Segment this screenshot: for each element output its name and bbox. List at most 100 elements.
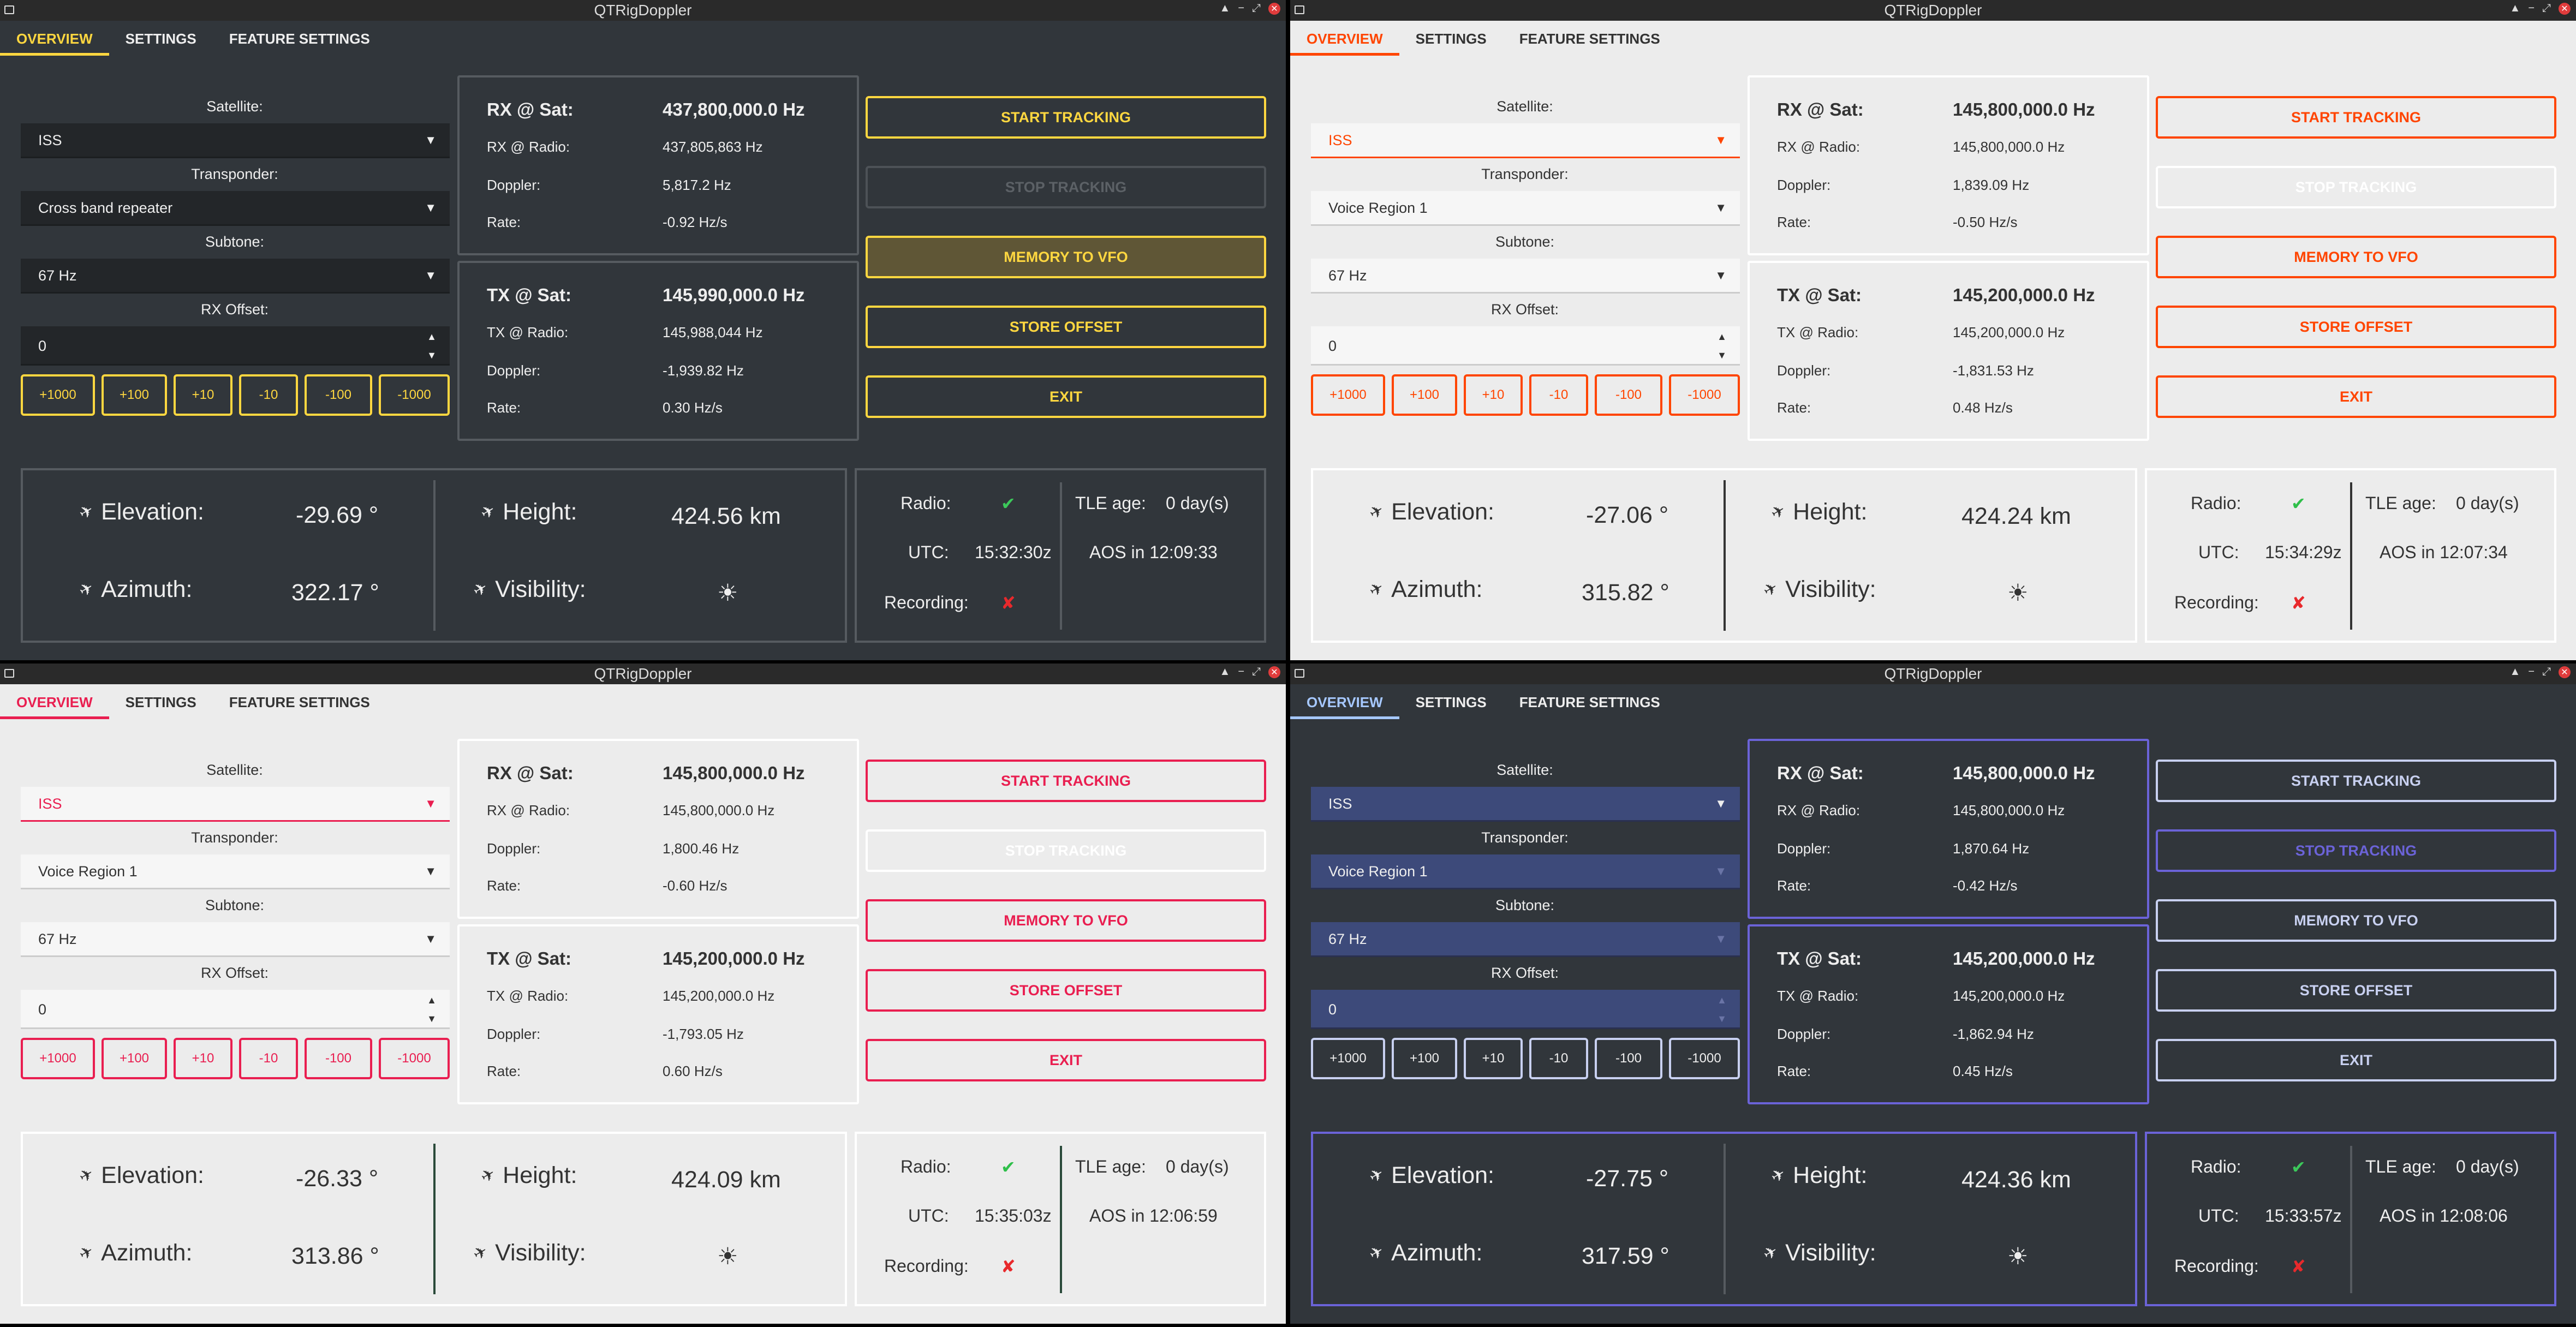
- store-offset-button[interactable]: STORE OFFSET: [866, 306, 1266, 348]
- minimize-icon[interactable]: −: [1238, 2, 1244, 15]
- transponder-select[interactable]: Voice Region 1 ▼: [21, 854, 450, 889]
- spin-up-icon[interactable]: ▲: [1717, 332, 1727, 342]
- minimize-icon[interactable]: −: [1238, 666, 1244, 678]
- step-plus-10-button[interactable]: +10: [1464, 374, 1523, 416]
- spin-down-icon[interactable]: ▼: [427, 1014, 437, 1024]
- transponder-select[interactable]: Voice Region 1 ▼: [1311, 191, 1740, 226]
- exit-button[interactable]: EXIT: [2156, 1039, 2556, 1081]
- step-plus-1000-button[interactable]: +1000: [1311, 374, 1385, 416]
- tab-settings[interactable]: SETTINGS: [1399, 22, 1503, 56]
- tab-settings[interactable]: SETTINGS: [1399, 685, 1503, 719]
- step-minus-1000-button[interactable]: -1000: [379, 1038, 450, 1079]
- maximize-icon[interactable]: ⤢: [1252, 666, 1261, 678]
- stop-tracking-button[interactable]: STOP TRACKING: [2156, 829, 2556, 872]
- step-plus-10-button[interactable]: +10: [174, 374, 232, 416]
- step-plus-1000-button[interactable]: +1000: [21, 374, 95, 416]
- tab-overview[interactable]: OVERVIEW: [0, 685, 109, 719]
- memory-to-vfo-button[interactable]: MEMORY TO VFO: [866, 236, 1266, 278]
- satellite-select[interactable]: ISS ▼: [1311, 123, 1740, 158]
- chevron-down-icon[interactable]: ▼: [425, 123, 437, 157]
- minimize-icon[interactable]: −: [2528, 2, 2535, 15]
- satellite-select[interactable]: ISS ▼: [21, 123, 450, 158]
- stop-tracking-button[interactable]: STOP TRACKING: [866, 166, 1266, 208]
- step-minus-10-button[interactable]: -10: [239, 374, 298, 416]
- maximize-icon[interactable]: ⤢: [2542, 2, 2551, 15]
- spin-down-icon[interactable]: ▼: [427, 350, 437, 360]
- stop-tracking-button[interactable]: STOP TRACKING: [866, 829, 1266, 872]
- step-plus-100-button[interactable]: +100: [1392, 1038, 1457, 1079]
- tab-feature-settings[interactable]: FEATURE SETTINGS: [213, 22, 386, 56]
- minimize-icon[interactable]: −: [2528, 666, 2535, 678]
- chevron-down-icon[interactable]: ▼: [1715, 854, 1727, 888]
- store-offset-button[interactable]: STORE OFFSET: [866, 969, 1266, 1012]
- spin-up-icon[interactable]: ▲: [1717, 995, 1727, 1005]
- step-minus-100-button[interactable]: -100: [305, 374, 372, 416]
- rx-offset-spinbox[interactable]: 0 ▲ ▼: [21, 990, 450, 1029]
- step-minus-10-button[interactable]: -10: [1529, 374, 1588, 416]
- tab-overview[interactable]: OVERVIEW: [1290, 22, 1399, 56]
- start-tracking-button[interactable]: START TRACKING: [866, 760, 1266, 802]
- exit-button[interactable]: EXIT: [866, 1039, 1266, 1081]
- close-icon[interactable]: ✕: [2559, 2, 2571, 15]
- stop-tracking-button[interactable]: STOP TRACKING: [2156, 166, 2556, 208]
- step-minus-10-button[interactable]: -10: [1529, 1038, 1588, 1079]
- maximize-icon[interactable]: ⤢: [2542, 666, 2551, 678]
- step-plus-1000-button[interactable]: +1000: [1311, 1038, 1385, 1079]
- subtone-select[interactable]: 67 Hz ▼: [21, 922, 450, 957]
- rx-offset-spinbox[interactable]: 0 ▲ ▼: [1311, 326, 1740, 366]
- transponder-select[interactable]: Voice Region 1 ▼: [1311, 854, 1740, 889]
- start-tracking-button[interactable]: START TRACKING: [866, 96, 1266, 139]
- chevron-down-icon[interactable]: ▼: [425, 922, 437, 956]
- rx-offset-spinbox[interactable]: 0 ▲ ▼: [21, 326, 450, 366]
- step-minus-1000-button[interactable]: -1000: [379, 374, 450, 416]
- chevron-down-icon[interactable]: ▼: [1715, 123, 1727, 157]
- chevron-down-icon[interactable]: ▼: [425, 191, 437, 225]
- rx-offset-spinbox[interactable]: 0 ▲ ▼: [1311, 990, 1740, 1029]
- chevron-down-icon[interactable]: ▼: [1715, 259, 1727, 292]
- step-minus-10-button[interactable]: -10: [239, 1038, 298, 1079]
- step-plus-100-button[interactable]: +100: [102, 374, 167, 416]
- step-minus-1000-button[interactable]: -1000: [1669, 374, 1740, 416]
- chevron-down-icon[interactable]: ▼: [425, 787, 437, 821]
- store-offset-button[interactable]: STORE OFFSET: [2156, 969, 2556, 1012]
- subtone-select[interactable]: 67 Hz ▼: [1311, 259, 1740, 294]
- store-offset-button[interactable]: STORE OFFSET: [2156, 306, 2556, 348]
- exit-button[interactable]: EXIT: [2156, 375, 2556, 418]
- step-minus-100-button[interactable]: -100: [1595, 1038, 1662, 1079]
- keep-above-icon[interactable]: ▲: [2510, 666, 2521, 678]
- step-plus-100-button[interactable]: +100: [1392, 374, 1457, 416]
- start-tracking-button[interactable]: START TRACKING: [2156, 760, 2556, 802]
- close-icon[interactable]: ✕: [1268, 2, 1280, 15]
- close-icon[interactable]: ✕: [2559, 666, 2571, 678]
- spin-up-icon[interactable]: ▲: [427, 332, 437, 342]
- transponder-select[interactable]: Cross band repeater ▼: [21, 191, 450, 226]
- keep-above-icon[interactable]: ▲: [2510, 2, 2521, 15]
- tab-feature-settings[interactable]: FEATURE SETTINGS: [213, 685, 386, 719]
- memory-to-vfo-button[interactable]: MEMORY TO VFO: [2156, 236, 2556, 278]
- tab-settings[interactable]: SETTINGS: [109, 685, 213, 719]
- tab-overview[interactable]: OVERVIEW: [0, 22, 109, 56]
- spin-down-icon[interactable]: ▼: [1717, 1014, 1727, 1024]
- chevron-down-icon[interactable]: ▼: [1715, 787, 1727, 821]
- subtone-select[interactable]: 67 Hz ▼: [1311, 922, 1740, 957]
- spin-up-icon[interactable]: ▲: [427, 995, 437, 1005]
- start-tracking-button[interactable]: START TRACKING: [2156, 96, 2556, 139]
- step-plus-100-button[interactable]: +100: [102, 1038, 167, 1079]
- step-plus-10-button[interactable]: +10: [174, 1038, 232, 1079]
- tab-settings[interactable]: SETTINGS: [109, 22, 213, 56]
- memory-to-vfo-button[interactable]: MEMORY TO VFO: [866, 899, 1266, 942]
- tab-feature-settings[interactable]: FEATURE SETTINGS: [1503, 685, 1677, 719]
- keep-above-icon[interactable]: ▲: [1220, 666, 1231, 678]
- maximize-icon[interactable]: ⤢: [1252, 2, 1261, 15]
- memory-to-vfo-button[interactable]: MEMORY TO VFO: [2156, 899, 2556, 942]
- step-minus-100-button[interactable]: -100: [1595, 374, 1662, 416]
- exit-button[interactable]: EXIT: [866, 375, 1266, 418]
- tab-feature-settings[interactable]: FEATURE SETTINGS: [1503, 22, 1677, 56]
- chevron-down-icon[interactable]: ▼: [1715, 922, 1727, 956]
- subtone-select[interactable]: 67 Hz ▼: [21, 259, 450, 294]
- satellite-select[interactable]: ISS ▼: [21, 787, 450, 822]
- chevron-down-icon[interactable]: ▼: [425, 259, 437, 292]
- chevron-down-icon[interactable]: ▼: [1715, 191, 1727, 225]
- satellite-select[interactable]: ISS ▼: [1311, 787, 1740, 822]
- step-plus-10-button[interactable]: +10: [1464, 1038, 1523, 1079]
